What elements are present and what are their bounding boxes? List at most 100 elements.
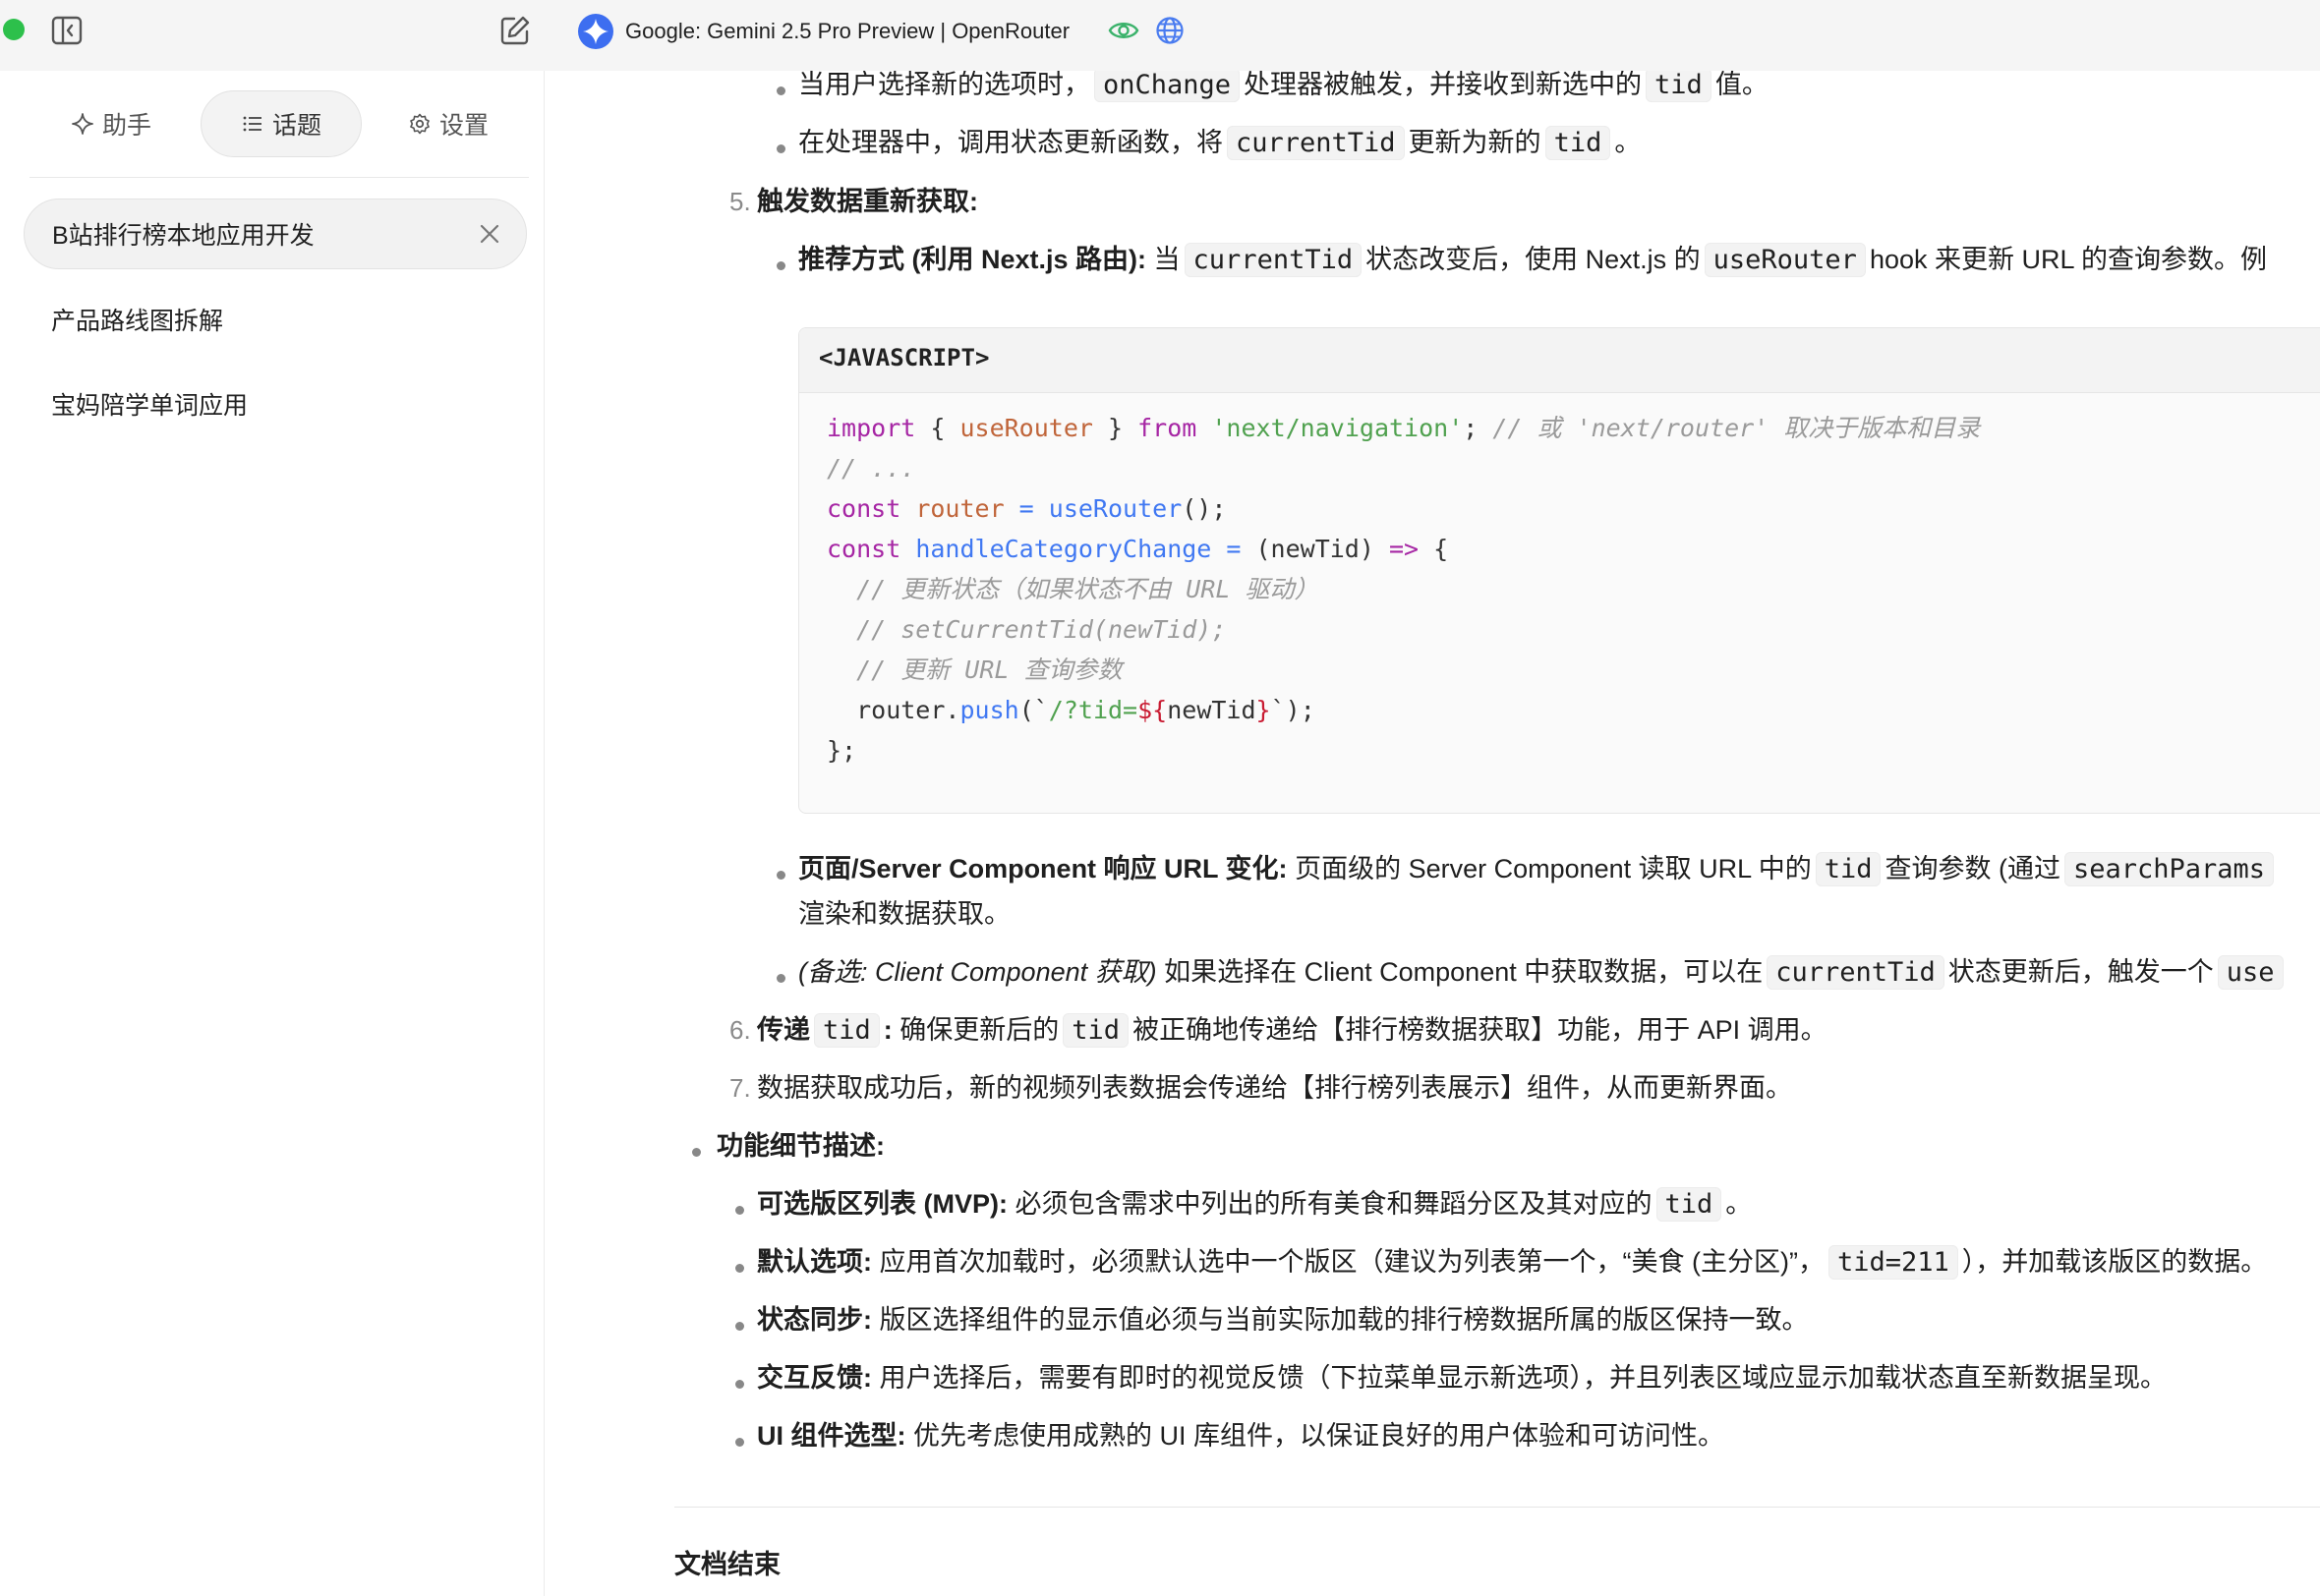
text: 在处理器中，调用状态更新函数，将 bbox=[798, 128, 1223, 157]
code-token: } bbox=[1092, 414, 1138, 442]
text: 触发数据重新获取: bbox=[757, 187, 978, 216]
text-line: 交互反馈: 用户选择后，需要有即时的视觉反馈（下拉菜单显示新选项），并且列表区域… bbox=[757, 1358, 2167, 1397]
bullet bbox=[735, 1380, 744, 1389]
inline-code: tid bbox=[1655, 1187, 1722, 1222]
text: (备选: Client Component 获取) bbox=[798, 957, 1157, 987]
text: 可选版区列表 (MVP): bbox=[757, 1189, 1008, 1219]
sidebar-divider bbox=[29, 177, 529, 178]
code-token: import bbox=[827, 414, 916, 442]
code-token: } bbox=[1255, 696, 1271, 724]
sidebar: 助手 话题 设置 B站排行榜本地应用开发 产品路线图拆解 宝妈陪学单词应用 bbox=[6, 71, 545, 1596]
window-close-dot[interactable] bbox=[3, 19, 25, 40]
inline-code: currentTid bbox=[1227, 126, 1405, 160]
text-line: 默认选项: 应用首次加载时，必须默认选中一个版区（建议为列表第一个，“美食 (主… bbox=[757, 1242, 2267, 1282]
topic-item[interactable]: 产品路线图拆解 bbox=[24, 284, 527, 355]
inline-code: tid bbox=[814, 1013, 880, 1048]
code-token: => bbox=[1388, 535, 1420, 563]
text-line: 在处理器中，调用状态更新函数，将 currentTid 更新为新的 tid。 bbox=[798, 123, 1641, 163]
code-token: // ... bbox=[827, 454, 916, 483]
text: 查询参数 (通过 bbox=[1885, 854, 2060, 884]
inline-code: tid bbox=[1063, 1013, 1130, 1048]
text-line: (备选: Client Component 获取) 如果选择在 Client C… bbox=[798, 952, 2288, 993]
message-content: 当用户选择新的选项时， onChange 处理器被触发，并接收到新选中的 tid 值。 … bbox=[547, 71, 2320, 1596]
text: 状态改变后，使用 Next.js 的 bbox=[1365, 245, 1701, 274]
text: 优先考虑使用成熟的 UI 库组件，以保证良好的用户体验和可访问性。 bbox=[905, 1421, 1725, 1451]
bullet bbox=[735, 1264, 744, 1273]
code-language-label: <JAVASCRIPT> bbox=[819, 344, 990, 371]
inline-code: searchParams bbox=[2063, 852, 2275, 886]
code-token: // setCurrentTid(newTid); bbox=[827, 615, 1227, 644]
code-token: }; bbox=[827, 736, 857, 765]
code-block[interactable]: <JAVASCRIPT> import { useRouter } from '… bbox=[798, 327, 2320, 814]
topic-item-active[interactable]: B站排行榜本地应用开发 bbox=[24, 199, 527, 269]
code-token: const bbox=[827, 494, 901, 523]
tab-settings-label: 设置 bbox=[438, 112, 489, 140]
code-token: // 更新 URL 查询参数 bbox=[827, 656, 1123, 684]
globe-icon[interactable] bbox=[1155, 16, 1185, 45]
tab-topics-label: 话题 bbox=[271, 112, 321, 140]
code-token: router bbox=[900, 494, 1005, 523]
text: 数据获取成功后，新的视频列表数据会传递给【排行榜列表展示】组件，从而更新界面。 bbox=[757, 1073, 1792, 1103]
topic-item[interactable]: 宝妈陪学单词应用 bbox=[24, 369, 527, 439]
code-line: // 更新 URL 查询参数 bbox=[827, 654, 1123, 687]
close-icon[interactable] bbox=[479, 223, 500, 245]
text: 文档结束 bbox=[674, 1550, 781, 1579]
bullet bbox=[777, 86, 785, 95]
code-token: from bbox=[1137, 414, 1197, 442]
code-line: // setCurrentTid(newTid); bbox=[827, 613, 1226, 647]
code-token: (); bbox=[1182, 494, 1227, 523]
gemini-logo-icon bbox=[578, 14, 613, 49]
topic-label: B站排行榜本地应用开发 bbox=[52, 222, 315, 250]
text: 传递 bbox=[757, 1015, 810, 1045]
text: 状态同步: bbox=[757, 1305, 872, 1335]
code-line: router.push(`/?tid=${newTid}`); bbox=[827, 694, 1315, 727]
tab-assistant[interactable]: 助手 bbox=[28, 90, 195, 157]
sidebar-toggle-icon[interactable] bbox=[51, 16, 83, 45]
list-icon bbox=[243, 116, 261, 132]
code-token: const bbox=[827, 535, 901, 563]
title-bar: Google: Gemini 2.5 Pro Preview | OpenRou… bbox=[0, 0, 2320, 71]
text-line: 可选版区列表 (MVP): 必须包含需求中列出的所有美食和舞蹈分区及其对应的 ti… bbox=[757, 1184, 1752, 1225]
code-token: router. bbox=[827, 696, 960, 724]
text: 。 bbox=[1614, 128, 1642, 157]
code-token: = bbox=[1211, 535, 1256, 563]
document-end-heading: 文档结束 bbox=[674, 1545, 781, 1584]
sparkle-icon bbox=[72, 113, 93, 135]
step-title: 触发数据重新获取: bbox=[757, 182, 978, 221]
text-line: 推荐方式 (利用 Next.js 路由): 当 currentTid 状态改变后，使… bbox=[798, 240, 2267, 280]
text: 被正确地传递给【排行榜数据获取】功能，用于 API 调用。 bbox=[1132, 1015, 1827, 1045]
text: 值。 bbox=[1714, 71, 1769, 99]
code-token: /?tid= bbox=[1048, 696, 1138, 724]
text: 功能细节描述: bbox=[717, 1131, 885, 1161]
code-token: useRouter bbox=[959, 414, 1093, 442]
text: 更新为新的 bbox=[1408, 128, 1541, 157]
text-line: 数据获取成功后，新的视频列表数据会传递给【排行榜列表展示】组件，从而更新界面。 bbox=[757, 1068, 1792, 1108]
text: 交互反馈: bbox=[757, 1363, 872, 1393]
code-token: useRouter bbox=[1048, 494, 1183, 523]
code-token: push bbox=[959, 696, 1019, 724]
text: 页面/Server Component 响应 URL 变化: bbox=[798, 854, 1288, 884]
eye-icon[interactable] bbox=[1108, 17, 1139, 44]
code-line: // ... bbox=[827, 452, 915, 485]
inline-code: use bbox=[2217, 955, 2284, 990]
inline-code: tid bbox=[1815, 852, 1882, 886]
bullet bbox=[735, 1322, 744, 1331]
inline-code: useRouter bbox=[1704, 243, 1866, 277]
text: UI 组件选型: bbox=[757, 1421, 906, 1451]
text: 确保更新后的 bbox=[892, 1015, 1060, 1045]
edit-icon[interactable] bbox=[499, 15, 531, 46]
code-line: // 更新状态（如果状态不由 URL 驱动） bbox=[827, 573, 1318, 606]
text-line: 页面/Server Component 响应 URL 变化: 页面级的 Serv… bbox=[798, 849, 2278, 889]
tab-settings[interactable]: 设置 bbox=[368, 90, 529, 157]
topic-label: 产品路线图拆解 bbox=[51, 308, 224, 335]
inline-code: onChange bbox=[1094, 71, 1241, 102]
list-number: 6. bbox=[729, 1015, 751, 1045]
inline-code: tid=211 bbox=[1827, 1245, 1958, 1280]
code-line: const handleCategoryChange = (newTid) =>… bbox=[827, 533, 1448, 566]
code-line: }; bbox=[827, 734, 856, 768]
text: 渲染和数据获取。 bbox=[798, 899, 1011, 929]
code-block-header: <JAVASCRIPT> bbox=[799, 328, 2320, 393]
tab-topics[interactable]: 话题 bbox=[201, 90, 362, 157]
code-token: 'next/navigation' bbox=[1211, 414, 1464, 442]
sidebar-tabs: 助手 话题 设置 bbox=[28, 90, 529, 157]
